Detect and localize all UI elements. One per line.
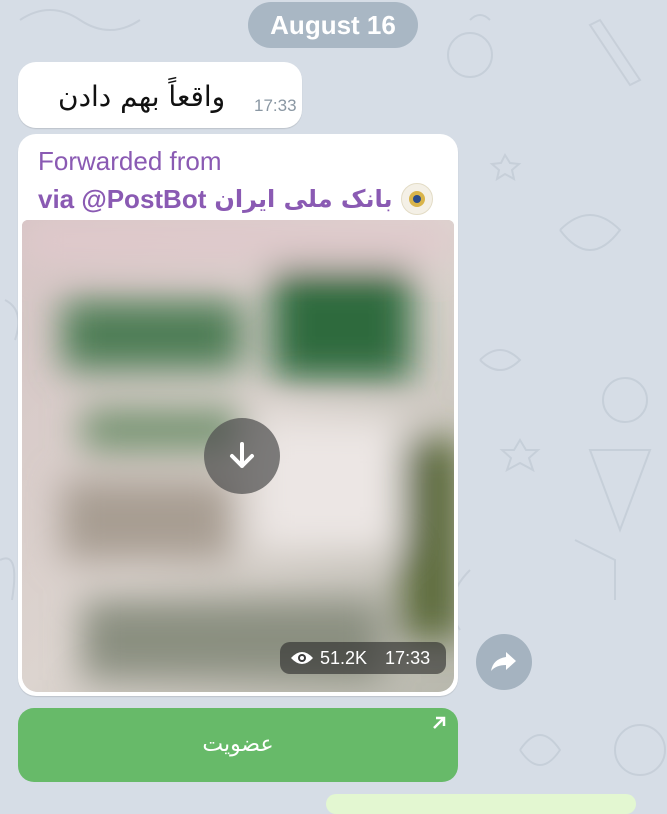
eye-icon — [291, 652, 313, 664]
next-message-bubble[interactable] — [326, 794, 636, 814]
message-bubble[interactable]: واقعاً بهم دادن 17:33 — [18, 62, 302, 128]
message-text: واقعاً بهم دادن — [58, 80, 226, 113]
forwarded-channel-name[interactable]: بانک ملی ایران — [214, 185, 392, 213]
download-icon — [230, 442, 254, 468]
video-thumbnail[interactable]: 51.2K 17:33 — [22, 220, 454, 692]
download-button[interactable] — [204, 418, 280, 494]
forwarded-source[interactable]: via @PostBot بانک ملی ایران — [38, 182, 448, 216]
message-time: 17:33 — [254, 96, 297, 115]
date-separator: August 16 — [248, 2, 418, 48]
forwarded-message-bubble[interactable]: Forwarded from via @PostBot بانک ملی ایر… — [18, 134, 458, 696]
share-icon — [491, 652, 516, 671]
media-meta: 51.2K 17:33 — [280, 642, 446, 674]
join-button[interactable]: عضویت — [18, 708, 458, 782]
bank-logo-icon — [400, 183, 433, 215]
external-link-arrow-icon — [433, 716, 446, 729]
view-count: 51.2K — [320, 647, 368, 668]
join-button-label: عضویت — [202, 732, 274, 757]
forwarded-from-label: Forwarded from — [38, 146, 222, 176]
share-button[interactable] — [476, 634, 532, 690]
via-bot-label[interactable]: via @PostBot — [38, 184, 206, 215]
media-time: 17:33 — [385, 647, 431, 668]
